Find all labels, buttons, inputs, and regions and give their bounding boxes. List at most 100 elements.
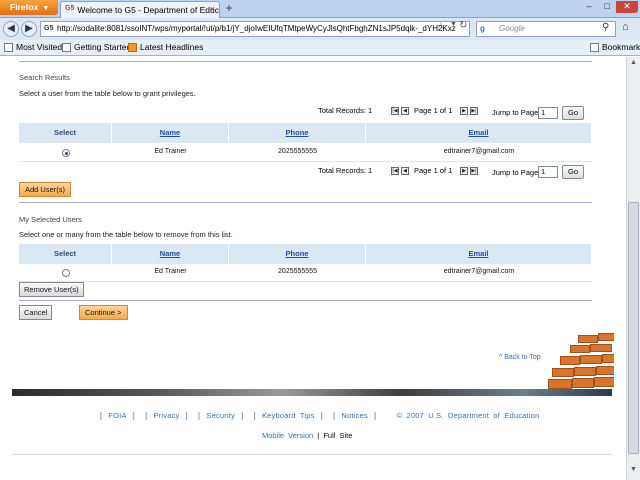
minimize-icon[interactable]: –: [580, 1, 598, 13]
cancel-button[interactable]: Cancel: [19, 305, 53, 320]
next-page-icon[interactable]: ▶: [460, 167, 468, 175]
row-phone: 2025555555: [278, 148, 317, 155]
search-results-table-header: Select Name Phone Email: [19, 123, 592, 143]
divider: [19, 202, 592, 203]
bookmark-icon: [4, 43, 13, 53]
column-header-email[interactable]: Email: [366, 244, 592, 264]
column-header-name[interactable]: Name: [112, 123, 229, 143]
favicon-icon: G5: [65, 5, 75, 12]
chevron-down-icon: ▼: [42, 5, 50, 12]
row-phone: 2025555555: [278, 268, 317, 275]
forward-arrow-icon[interactable]: ▶: [21, 21, 37, 37]
scrollbar-thumb[interactable]: [628, 202, 639, 454]
mobile-version-link[interactable]: Mobile Version: [262, 431, 313, 440]
total-records-value: 1: [368, 166, 373, 175]
firefox-menu-button[interactable]: Firefox ▼: [0, 0, 58, 15]
bookmark-label: Getting Started: [74, 42, 132, 52]
row-email: edtrainer7@gmail.com: [443, 268, 515, 275]
url-bar[interactable]: G5 http://sodalite:8081/ssoINT/wps/mypor…: [40, 21, 470, 37]
search-input[interactable]: g Google: [476, 21, 616, 37]
mode-divider: |: [317, 431, 320, 440]
bracket: [: [253, 411, 256, 420]
search-placeholder: Google: [499, 24, 525, 33]
browser-tab[interactable]: G5 Welcome to G5 - Department of Educati…: [60, 1, 220, 18]
column-header-phone[interactable]: Phone: [229, 244, 366, 264]
url-history-dropdown-icon[interactable]: ▼: [450, 21, 457, 28]
first-page-icon[interactable]: |◀: [391, 167, 399, 175]
rss-feed-icon: [128, 43, 137, 53]
reload-icon[interactable]: ↻: [459, 20, 467, 31]
row-name: Ed Trainer: [154, 148, 187, 155]
footer-link-security[interactable]: Security: [206, 411, 235, 420]
bracket: [: [333, 411, 336, 420]
go-button[interactable]: Go: [562, 165, 584, 179]
scroll-up-icon[interactable]: ▲: [627, 59, 640, 71]
selected-users-title: My Selected Users: [19, 215, 82, 224]
total-records-label: Total Records:: [318, 166, 366, 175]
close-tab-icon[interactable]: ×: [210, 4, 215, 14]
tab-title: Welcome to G5 - Department of Educati...: [77, 5, 220, 15]
close-window-icon[interactable]: ✕: [616, 1, 638, 13]
footer-divider: [12, 454, 612, 455]
browser-tab-bar: Firefox ▼ G5 Welcome to G5 - Department o…: [0, 0, 640, 18]
continue-button[interactable]: Continue >: [79, 305, 128, 320]
bookmark-label: Latest Headlines: [140, 42, 204, 52]
last-page-icon[interactable]: ▶|: [470, 107, 478, 115]
page-viewport: Search Results Select a user from the ta…: [0, 57, 626, 480]
firefox-menu-label: Firefox: [10, 2, 39, 12]
bookmark-getting-started[interactable]: Getting Started: [62, 40, 131, 55]
back-to-top-link[interactable]: ^ Back to Top: [499, 354, 541, 361]
column-header-select: Select: [19, 123, 112, 143]
bracket: ]: [241, 411, 244, 420]
google-icon: g: [480, 24, 485, 33]
jump-page-input[interactable]: 1: [538, 107, 558, 119]
table-row: Ed Trainer 2025555555 edtrainer7@gmail.c…: [19, 144, 592, 162]
copyright-text: © 2007 U.S. Department of Education: [396, 411, 540, 420]
bookmarks-menu-icon: [590, 43, 599, 53]
footer-link-foia[interactable]: FOIA: [108, 411, 126, 420]
jump-page-input[interactable]: 1: [538, 166, 558, 178]
total-records-value: 1: [368, 106, 373, 115]
first-page-icon[interactable]: |◀: [391, 107, 399, 115]
decorative-brick-image: [548, 325, 614, 389]
home-icon[interactable]: ⌂: [622, 21, 629, 33]
row-email: edtrainer7@gmail.com: [443, 148, 515, 155]
back-arrow-icon[interactable]: ◀: [3, 21, 19, 37]
footer-links: [FOIA] [Privacy] [Security] [Keyboard Ti…: [100, 411, 545, 420]
prev-page-icon[interactable]: ◀: [401, 167, 409, 175]
jump-to-page-label: Jump to Page: [492, 108, 539, 117]
total-records-label: Total Records:: [318, 106, 366, 115]
select-radio[interactable]: [62, 269, 70, 277]
scroll-down-icon[interactable]: ▼: [627, 466, 640, 478]
bookmark-latest-headlines[interactable]: Latest Headlines: [128, 40, 203, 55]
prev-page-icon[interactable]: ◀: [401, 107, 409, 115]
maximize-icon[interactable]: □: [598, 1, 616, 13]
bracket: [: [198, 411, 201, 420]
last-page-icon[interactable]: ▶|: [470, 167, 478, 175]
bookmark-most-visited[interactable]: Most Visited: [4, 40, 62, 55]
bracket: [: [145, 411, 148, 420]
add-users-button[interactable]: Add User(s): [19, 182, 72, 197]
remove-users-button[interactable]: Remove User(s): [19, 282, 84, 297]
vertical-scrollbar[interactable]: ▲ ▼: [626, 57, 640, 480]
footer-link-keyboard-tips[interactable]: Keyboard Tips: [262, 411, 315, 420]
next-page-icon[interactable]: ▶: [460, 107, 468, 115]
bookmark-star-icon[interactable]: ☆: [436, 20, 446, 33]
bracket: [: [100, 411, 103, 420]
page-indicator: Page 1 of 1: [414, 166, 453, 175]
go-button[interactable]: Go: [562, 106, 584, 120]
row-name: Ed Trainer: [154, 268, 187, 275]
search-icon[interactable]: ⚲: [602, 22, 609, 33]
bookmarks-menu-label: Bookmarks: [602, 42, 640, 52]
column-header-name[interactable]: Name: [112, 244, 229, 264]
footer-link-notices[interactable]: Notices: [341, 411, 367, 420]
column-header-email[interactable]: Email: [366, 123, 592, 143]
column-header-phone[interactable]: Phone: [229, 123, 366, 143]
full-site-label: Full Site: [323, 431, 353, 440]
select-radio[interactable]: [62, 149, 70, 157]
footer-link-privacy[interactable]: Privacy: [154, 411, 180, 420]
bookmarks-menu[interactable]: Bookmarks: [590, 40, 640, 55]
divider: [19, 300, 592, 301]
new-tab-icon[interactable]: +: [222, 2, 236, 16]
column-header-select: Select: [19, 244, 112, 264]
